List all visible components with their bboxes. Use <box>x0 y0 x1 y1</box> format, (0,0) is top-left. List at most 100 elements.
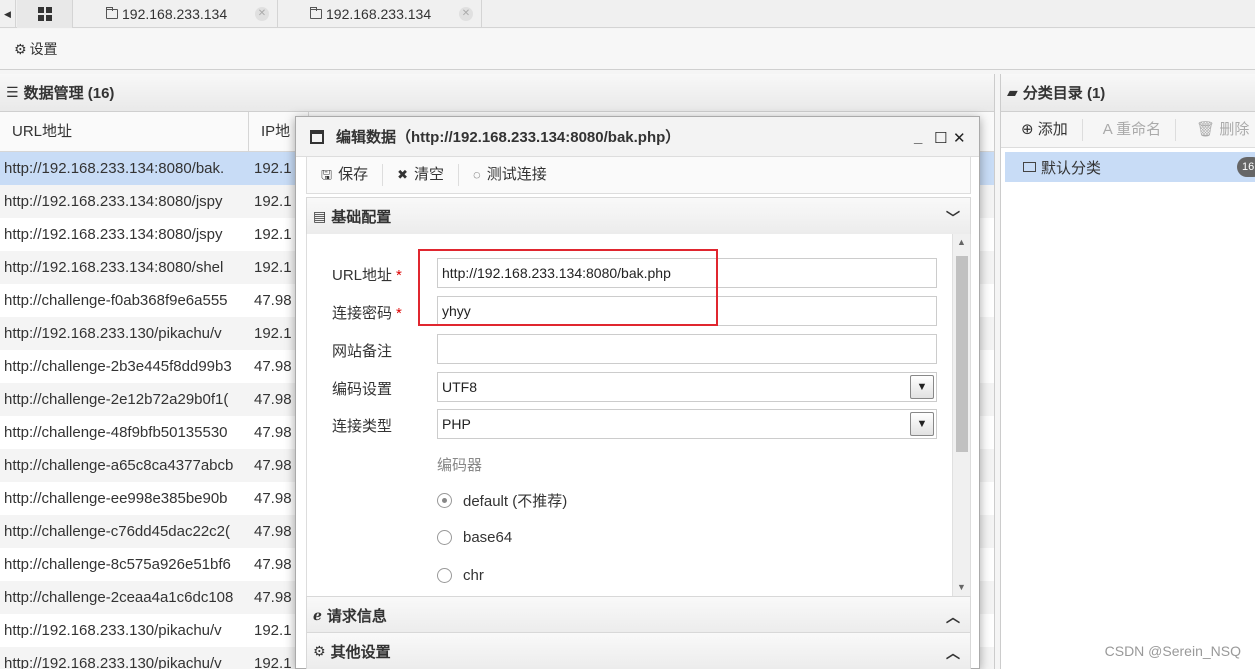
chevron-down-icon: ﹀ <box>946 210 960 226</box>
clear-button[interactable]: ✖ 清空 <box>383 164 460 186</box>
cell-url: http://challenge-a65c8ca4377abcb <box>4 457 234 474</box>
settings-bar: ⚙ 设置 <box>0 29 1255 70</box>
cell-url: http://192.168.233.130/pikachu/v <box>4 655 222 669</box>
cell-url: http://challenge-2e12b72a29b0f1( <box>4 391 229 408</box>
category-panel: ▰ 分类目录 (1) ⊕ 添加 A 重命名 🗑 删除 默认分类 16 <box>1000 74 1255 669</box>
cell-ip: 47.98 <box>254 358 292 375</box>
tab-scroll-left-icon[interactable]: ◀ <box>0 0 16 28</box>
plus-icon: ⊕ <box>1021 120 1038 138</box>
cell-url: http://192.168.233.134:8080/jspy <box>4 193 223 210</box>
folder-icon <box>106 7 118 19</box>
cell-ip: 192.1 <box>254 622 292 639</box>
close-icon[interactable]: ✕ <box>953 129 966 147</box>
chevron-down-icon[interactable]: ▼ <box>910 375 934 399</box>
cell-url: http://challenge-2b3e445f8dd99b3 <box>4 358 232 375</box>
x-icon: ✖ <box>397 167 408 182</box>
dialog-title: 编辑数据（http://192.168.233.134:8080/bak.php… <box>336 129 681 146</box>
encoder-title: 编码器 <box>437 457 483 474</box>
cell-ip: 47.98 <box>254 589 292 606</box>
cell-url: http://192.168.233.130/pikachu/v <box>4 622 222 639</box>
panel-title: 数据管理 (16) <box>23 85 115 102</box>
tab-host-1[interactable]: 192.168.233.134 ✕ <box>74 0 278 28</box>
cell-ip: 192.1 <box>254 226 292 243</box>
cell-ip: 192.1 <box>254 655 292 669</box>
floppy-icon: 🖫 <box>321 167 333 182</box>
note-input[interactable] <box>437 334 937 364</box>
gears-icon: ⚙ <box>313 642 326 659</box>
column-header-url[interactable]: URL地址 <box>0 112 249 152</box>
encoder-option-chr[interactable]: chr <box>437 567 484 584</box>
edit-data-dialog: 编辑数据（http://192.168.233.134:8080/bak.php… <box>295 116 980 669</box>
encoder-option-base64[interactable]: base64 <box>437 529 512 546</box>
category-toolbar: ⊕ 添加 A 重命名 🗑 删除 <box>1001 112 1255 148</box>
encoding-label: 编码设置 <box>332 381 393 398</box>
type-label: 连接类型 <box>332 418 393 435</box>
test-connection-button[interactable]: ◌ 测试连接 <box>459 164 561 186</box>
url-label: URL地址 * <box>332 267 402 284</box>
settings-button[interactable]: 设置 <box>30 39 58 59</box>
form-scrollbar[interactable]: ▲ ▼ <box>952 234 970 596</box>
radio-icon[interactable] <box>437 568 452 583</box>
panel-header: ▰ 分类目录 (1) <box>1001 74 1255 112</box>
chevron-up-icon: ︿ <box>946 609 960 625</box>
section-basic-config[interactable]: ▤ 基础配置 ﹀ <box>306 197 971 235</box>
close-icon[interactable]: ✕ <box>459 7 473 21</box>
folder-icon <box>1023 162 1036 172</box>
cell-ip: 47.98 <box>254 391 292 408</box>
delete-category-button[interactable]: 🗑 删除 <box>1176 119 1255 141</box>
rename-category-button[interactable]: A 重命名 <box>1083 118 1177 141</box>
cell-ip: 192.1 <box>254 193 292 210</box>
section-other-settings[interactable]: ⚙ 其他设置 ︿ <box>306 632 971 669</box>
dialog-toolbar: 🖫 保存 ✖ 清空 ◌ 测试连接 <box>306 157 971 194</box>
radio-icon[interactable] <box>437 530 452 545</box>
chevron-down-icon[interactable]: ▼ <box>910 412 934 436</box>
count-badge: 16 <box>1237 157 1255 177</box>
add-category-button[interactable]: ⊕ 添加 <box>1001 118 1083 141</box>
save-button[interactable]: 🖫 保存 <box>307 164 384 186</box>
panel-header: ☰ 数据管理 (16) <box>0 74 994 112</box>
cell-url: http://challenge-2ceaa4a1c6dc108 <box>4 589 234 606</box>
highlight-box <box>418 249 718 326</box>
file-icon: ▤ <box>313 207 327 224</box>
radio-selected-icon[interactable] <box>437 493 452 508</box>
cell-url: http://challenge-f0ab368f9e6a555 <box>4 292 228 309</box>
grid-icon <box>37 7 52 21</box>
minimize-icon[interactable]: _ <box>914 129 922 146</box>
list-icon: ☰ <box>6 84 19 100</box>
note-label: 网站备注 <box>332 343 393 360</box>
spinner-icon: ◌ <box>473 167 481 182</box>
scroll-up-icon[interactable]: ▲ <box>957 237 966 247</box>
cell-ip: 47.98 <box>254 556 292 573</box>
ie-icon: ℯ <box>313 606 322 623</box>
encoding-select[interactable]: UTF8 ▼ <box>437 372 937 402</box>
cell-ip: 47.98 <box>254 523 292 540</box>
cell-ip: 47.98 <box>254 424 292 441</box>
cell-url: http://challenge-ee998e385be90b <box>4 490 228 507</box>
scrollbar-thumb[interactable] <box>956 256 968 452</box>
cell-ip: 192.1 <box>254 160 292 177</box>
tab-host-2[interactable]: 192.168.233.134 ✕ <box>278 0 482 28</box>
tab-label: 192.168.233.134 <box>122 6 228 22</box>
cell-url: http://192.168.233.134:8080/jspy <box>4 226 223 243</box>
watermark: CSDN @Serein_NSQ <box>1104 643 1241 659</box>
password-label: 连接密码 * <box>332 305 402 322</box>
encoder-option-default[interactable]: default (不推荐) <box>437 490 567 511</box>
cell-ip: 192.1 <box>254 325 292 342</box>
cell-url: http://192.168.233.134:8080/bak. <box>4 160 225 177</box>
home-tab[interactable] <box>17 0 73 28</box>
section-request-info[interactable]: ℯ 请求信息 ︿ <box>306 596 971 634</box>
scroll-down-icon[interactable]: ▼ <box>957 582 966 592</box>
dialog-title-bar: 编辑数据（http://192.168.233.134:8080/bak.php… <box>296 117 979 157</box>
category-item-default[interactable]: 默认分类 16 <box>1005 152 1255 182</box>
trash-icon: 🗑 <box>1196 120 1220 138</box>
cell-url: http://challenge-48f9bfb50135530 <box>4 424 228 441</box>
folder-icon: ▰ <box>1007 84 1018 100</box>
maximize-icon[interactable]: ☐ <box>934 129 947 147</box>
panel-title: 分类目录 (1) <box>1022 85 1106 102</box>
cell-ip: 192.1 <box>254 259 292 276</box>
tab-label: 192.168.233.134 <box>326 6 432 22</box>
type-select[interactable]: PHP ▼ <box>437 409 937 439</box>
font-icon: A <box>1102 120 1117 138</box>
close-icon[interactable]: ✕ <box>255 7 269 21</box>
tab-bar: ◀ 192.168.233.134 ✕ 192.168.233.134 ✕ <box>0 0 1255 28</box>
